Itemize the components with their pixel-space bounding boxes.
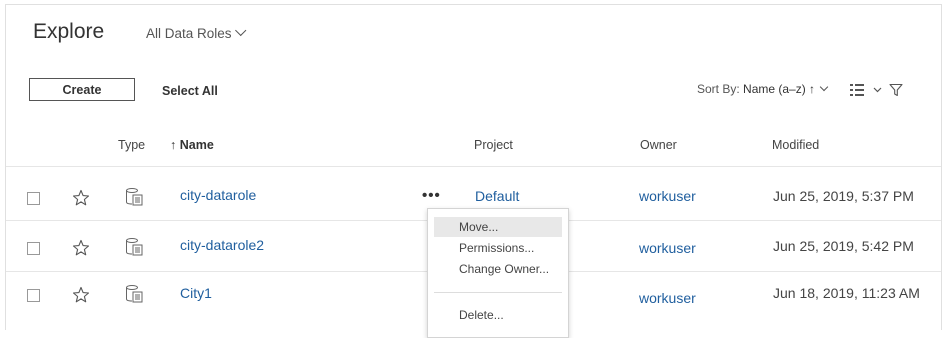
context-menu: Move... Permissions... Change Owner... D… [427,208,569,338]
view-toggle[interactable] [850,83,886,97]
page-title: Explore [33,20,105,43]
row-name-link[interactable]: city-datarole [180,187,256,203]
star-outline-icon[interactable] [72,189,90,207]
create-button[interactable]: Create [29,78,135,101]
sort-by-label: Sort By: [697,82,740,96]
chevron-down-icon [819,82,829,92]
list-view-icon [850,84,882,96]
star-outline-icon[interactable] [72,286,90,304]
more-actions-button[interactable]: ••• [422,187,441,204]
data-roles-dropdown[interactable]: All Data Roles [146,24,246,41]
header-divider [6,166,941,167]
row-owner-link[interactable]: workuser [639,240,696,256]
column-header-type: Type [118,138,146,152]
filter-button[interactable] [889,83,903,97]
select-all-button[interactable]: Select All [162,84,218,98]
row-project-link[interactable]: Default [475,188,519,204]
data-role-icon [126,285,143,303]
menu-separator [434,292,562,293]
row-owner-link[interactable]: workuser [639,290,696,306]
star-outline-icon[interactable] [72,239,90,257]
data-role-icon [126,188,143,206]
data-roles-dropdown-label: All Data Roles [146,26,232,41]
data-role-icon [126,238,143,256]
filter-icon [889,83,903,97]
row-name-link[interactable]: City1 [180,285,212,301]
row-modified: Jun 25, 2019, 5:42 PM [773,238,914,254]
row-checkbox[interactable] [27,289,40,302]
row-modified: Jun 25, 2019, 5:37 PM [773,188,914,204]
sort-by-value: Name (a–z) ↑ [743,82,816,96]
sort-by-control[interactable]: Sort By: Name (a–z) ↑ [697,82,831,96]
row-modified: Jun 18, 2019, 11:23 AM [773,285,920,301]
menu-item-move[interactable]: Move... [434,217,562,237]
menu-item-delete[interactable]: Delete... [434,305,562,325]
column-header-owner[interactable]: Owner [640,138,677,152]
column-header-project[interactable]: Project [474,138,513,152]
row-checkbox[interactable] [27,242,40,255]
column-header-name[interactable]: ↑ Name [170,138,214,152]
menu-item-permissions[interactable]: Permissions... [434,238,562,258]
row-name-link[interactable]: city-datarole2 [180,237,264,253]
row-owner-link[interactable]: workuser [639,188,696,204]
column-header-modified[interactable]: Modified [772,138,819,152]
row-checkbox[interactable] [27,192,40,205]
menu-item-change-owner[interactable]: Change Owner... [434,259,562,279]
